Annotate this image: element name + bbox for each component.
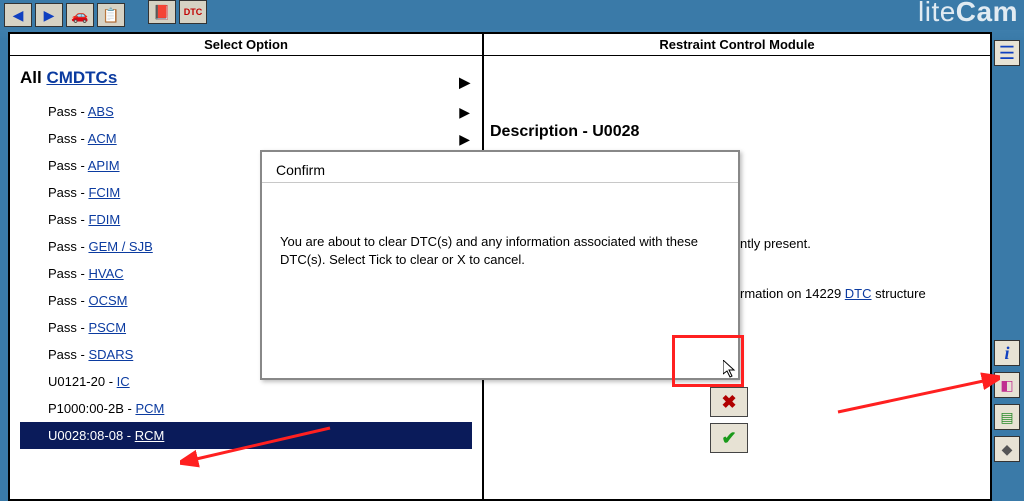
- list-item-prefix: Pass -: [48, 212, 88, 227]
- list-item-prefix: U0121-20 -: [48, 374, 117, 389]
- app-root: ◀ ▶ 🚗 📋 📕 DTC liteCam Select Option All …: [0, 0, 1024, 501]
- info-button[interactable]: i: [994, 340, 1020, 366]
- list-item-prefix: Pass -: [48, 347, 88, 362]
- right-rail-top: ☰: [994, 40, 1022, 66]
- module-link[interactable]: IC: [117, 374, 130, 389]
- list-item-prefix: Pass -: [48, 158, 88, 173]
- list-item-prefix: Pass -: [48, 104, 88, 119]
- present-text: ntly present.: [740, 234, 984, 254]
- main-title: All CMDTCs ▶: [20, 68, 472, 88]
- dtc-link[interactable]: DTC: [845, 286, 872, 301]
- list-item[interactable]: P1000:00-2B - PCM: [20, 395, 472, 422]
- list-item[interactable]: Pass - ABS ▶: [20, 98, 472, 125]
- clipboard-button[interactable]: 📋: [97, 3, 125, 27]
- dialog-actions: ✖ ✔: [710, 387, 748, 453]
- chevron-right-icon: ▶: [459, 131, 470, 148]
- module-link[interactable]: PCM: [135, 401, 164, 416]
- left-pane-header: Select Option: [10, 34, 482, 56]
- module-link[interactable]: RCM: [135, 428, 165, 443]
- list-item-prefix: Pass -: [48, 293, 88, 308]
- chevron-right-icon: ▶: [459, 74, 470, 91]
- dtc-link-dialog-2[interactable]: DTC: [280, 252, 307, 267]
- list-item-prefix: Pass -: [48, 131, 88, 146]
- dialog-body: You are about to clear DTC(s) and any in…: [262, 183, 738, 279]
- list-item-prefix: Pass -: [48, 185, 88, 200]
- confirm-dialog: Confirm You are about to clear DTC(s) an…: [260, 150, 740, 380]
- list-item-prefix: P1000:00-2B -: [48, 401, 135, 416]
- module-link[interactable]: OCSM: [88, 293, 127, 308]
- list-item[interactable]: Pass - ACM ▶: [20, 125, 472, 152]
- settings-button[interactable]: ◆: [994, 436, 1020, 462]
- main-title-prefix: All: [20, 68, 46, 87]
- module-link[interactable]: FDIM: [88, 212, 120, 227]
- dialog-title: Confirm: [262, 152, 738, 183]
- list-icon: ☰: [999, 43, 1015, 64]
- nav-back-button[interactable]: ◀: [4, 3, 32, 27]
- top-toolbar: ◀ ▶ 🚗 📋 📕 DTC: [0, 0, 1024, 30]
- clear-dtc-button[interactable]: ◧: [994, 372, 1020, 398]
- module-link[interactable]: GEM / SJB: [88, 239, 152, 254]
- module-link[interactable]: PSCM: [88, 320, 126, 335]
- report-button[interactable]: ▤: [994, 404, 1020, 430]
- module-link[interactable]: ABS: [88, 104, 114, 119]
- nav-forward-button[interactable]: ▶: [35, 3, 63, 27]
- right-pane-header: Restraint Control Module: [484, 34, 990, 56]
- list-item-prefix: Pass -: [48, 239, 88, 254]
- list-item-prefix: U0028:08-08 -: [48, 428, 135, 443]
- right-rail-bottom: i ◧ ▤ ◆: [994, 340, 1022, 462]
- list-item[interactable]: U0028:08-08 - RCM: [20, 422, 472, 449]
- module-link[interactable]: ACM: [88, 131, 117, 146]
- cmdtcs-link[interactable]: CMDTCs: [46, 68, 117, 87]
- confirm-button[interactable]: ✔: [710, 423, 748, 453]
- list-view-button[interactable]: ☰: [994, 40, 1020, 66]
- module-link[interactable]: APIM: [88, 158, 120, 173]
- list-item-prefix: Pass -: [48, 266, 88, 281]
- dtc-link-dialog-1[interactable]: DTC: [410, 234, 437, 249]
- module-link[interactable]: SDARS: [88, 347, 133, 362]
- cancel-button[interactable]: ✖: [710, 387, 748, 417]
- chevron-right-icon: ▶: [459, 104, 470, 121]
- x-icon: ✖: [721, 392, 736, 413]
- manual-button[interactable]: 📕: [148, 0, 176, 24]
- list-item-prefix: Pass -: [48, 320, 88, 335]
- module-link[interactable]: HVAC: [88, 266, 123, 281]
- dtc-button[interactable]: DTC: [179, 0, 207, 24]
- check-icon: ✔: [721, 428, 736, 449]
- vehicle-button[interactable]: 🚗: [66, 3, 94, 27]
- structure-text: rmation on 14229 DTC structure: [740, 284, 984, 304]
- description-heading: Description - U0028: [490, 120, 984, 144]
- module-link[interactable]: FCIM: [88, 185, 120, 200]
